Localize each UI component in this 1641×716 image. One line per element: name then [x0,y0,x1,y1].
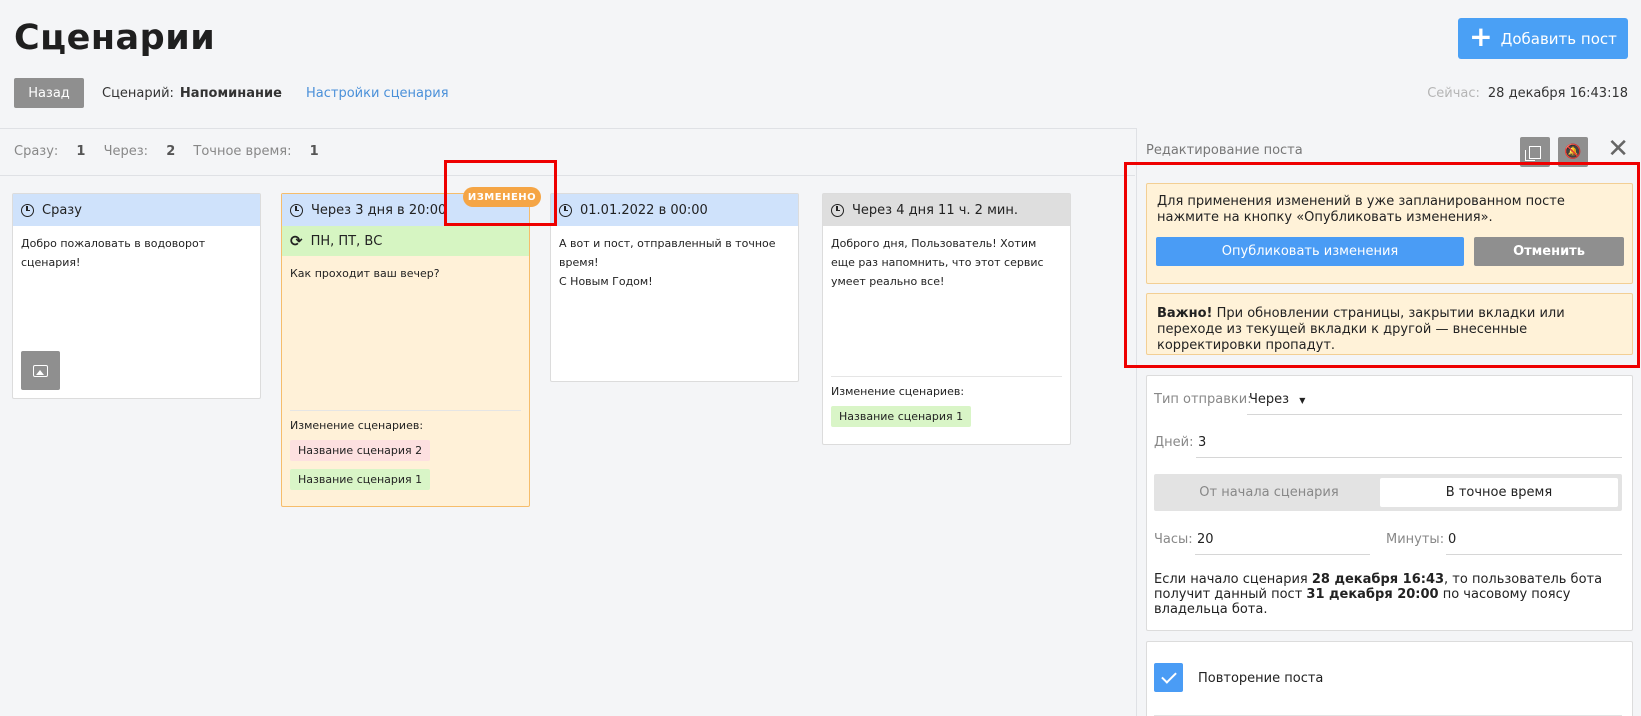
hours-input[interactable]: 20 [1197,532,1214,547]
current-time: Сейчас: 28 декабря 16:43:18 [1427,86,1628,101]
minutes-underline [1446,554,1622,555]
add-post-label: Добавить пост [1500,29,1617,48]
mode-exact-time-option[interactable]: В точное время [1380,478,1618,507]
stat-immediately: Сразу: 1 [14,144,86,159]
cancel-button[interactable]: Отменить [1474,237,1624,266]
hours-label: Часы: [1154,532,1193,547]
post-settings-form: Тип отправки: Через ▼ Дней: 3 От начала … [1146,375,1633,631]
card-text-line: А вот и пост, отправленный в точное врем… [559,237,776,269]
notifications-off-button[interactable]: 🔕 [1558,137,1588,167]
publish-notice-text: Для применения изменений в уже запланиро… [1157,194,1565,225]
days-underline [1196,457,1622,458]
post-card-after-4-days[interactable]: Через 4 дня 11 ч. 2 мин. Доброго дня, По… [822,193,1071,445]
card-header: 01.01.2022 в 00:00 [551,194,798,226]
back-button[interactable]: Назад [14,78,84,108]
scenario-change-label: Изменение сценариев: [831,385,965,398]
now-value: 28 декабря 16:43:18 [1487,86,1628,101]
stat-after: Через: 2 [103,144,176,159]
warning-notice: Важно! При обновлении страницы, закрытии… [1146,293,1633,355]
add-post-button[interactable]: + Добавить пост [1458,18,1628,59]
scenario-tag[interactable]: Название сценария 1 [290,469,431,490]
card-text-line: С Новым Годом! [559,275,653,288]
hours-underline [1195,554,1370,555]
repeat-days-label: ПН, ПТ, ВС [310,233,383,249]
card-text: Доброго дня, Пользователь! Хотим еще раз… [831,237,1044,288]
send-type-value: Через [1249,392,1290,407]
bell-off-icon: 🔕 [1564,144,1582,160]
post-card-immediate[interactable]: Сразу Добро пожаловать в водоворот сцена… [12,193,261,399]
post-stats: Сразу: 1 Через: 2 Точное время: 1 [14,144,333,159]
repeat-icon: ⟳ [290,232,303,250]
mode-from-start-option[interactable]: От начала сценария [1158,478,1380,507]
card-header-label: 01.01.2022 в 00:00 [580,202,708,218]
card-header-label: Через 3 дня в 20:00 [311,202,447,218]
publish-notice: Для применения изменений в уже запланиро… [1146,183,1633,284]
card-header: Через 4 дня 11 ч. 2 мин. [823,194,1070,226]
copy-icon [1525,145,1541,161]
card-header: Сразу [13,194,260,226]
card-text: Добро пожаловать в водоворот сценария! [21,237,206,269]
schedule-info-text: Если начало сценария 28 декабря 16:43, т… [1154,572,1603,617]
send-type-underline [1247,414,1622,415]
panel-title: Редактирование поста [1146,143,1303,158]
clock-icon [290,203,303,217]
repeat-days-row: ⟳ ПН, ПТ, ВС [282,226,529,256]
scenario-info: Сценарий: Напоминание [102,86,282,101]
card-header-label: Через 4 дня 11 ч. 2 мин. [852,202,1018,218]
check-icon [1160,667,1177,684]
days-label: Дней: [1154,435,1194,450]
clock-icon [831,203,844,217]
scenario-tag[interactable]: Название сценария 2 [290,440,431,461]
card-text: А вот и пост, отправленный в точное врем… [551,226,798,299]
minutes-label: Минуты: [1386,532,1445,547]
copy-button[interactable] [1520,137,1550,167]
page-title: Сценарии [14,18,216,58]
warning-bold: Важно! [1157,306,1213,321]
send-type-label: Тип отправки: [1154,392,1252,407]
plus-icon: + [1469,20,1493,53]
stat-exact: Точное время: 1 [193,144,319,159]
clock-icon [21,203,34,217]
scenario-prefix: Сценарий: [102,86,174,101]
scenario-change-label: Изменение сценариев: [290,419,424,432]
days-input[interactable]: 3 [1198,435,1206,450]
minutes-input[interactable]: 0 [1448,532,1456,547]
image-icon [33,364,48,377]
repeat-post-checkbox[interactable] [1154,663,1183,692]
repeat-post-label: Повторение поста [1198,671,1324,686]
repeat-post-section: Повторение поста [1146,641,1633,716]
post-card-exact-time[interactable]: 01.01.2022 в 00:00 А вот и пост, отправл… [550,193,799,382]
card-header-label: Сразу [42,202,82,218]
card-text: Как проходит ваш вечер? [290,267,440,280]
timing-mode-toggle: От начала сценария В точное время [1154,474,1622,511]
now-label: Сейчас: [1427,86,1480,101]
image-button[interactable] [21,351,60,390]
close-icon[interactable]: ✕ [1607,136,1629,162]
clock-icon [559,203,572,217]
scenario-settings-link[interactable]: Настройки сценария [306,86,449,101]
warning-text: При обновлении страницы, закрытии вкладк… [1157,306,1565,353]
stats-divider [0,175,1135,176]
dropdown-arrow-icon: ▼ [1299,396,1306,405]
post-card-after-3-days[interactable]: Через 3 дня в 20:00 ⟳ ПН, ПТ, ВС Как про… [281,193,530,507]
publish-changes-button[interactable]: Опубликовать изменения [1156,237,1464,266]
scenario-tag[interactable]: Название сценария 1 [831,406,972,427]
post-edit-panel: Редактирование поста 🔕 ✕ Для применения … [1136,128,1641,716]
changed-badge: ИЗМЕНЕНО [463,187,541,207]
scenario-name: Напоминание [179,86,282,101]
send-type-select[interactable]: Через ▼ [1249,392,1305,407]
